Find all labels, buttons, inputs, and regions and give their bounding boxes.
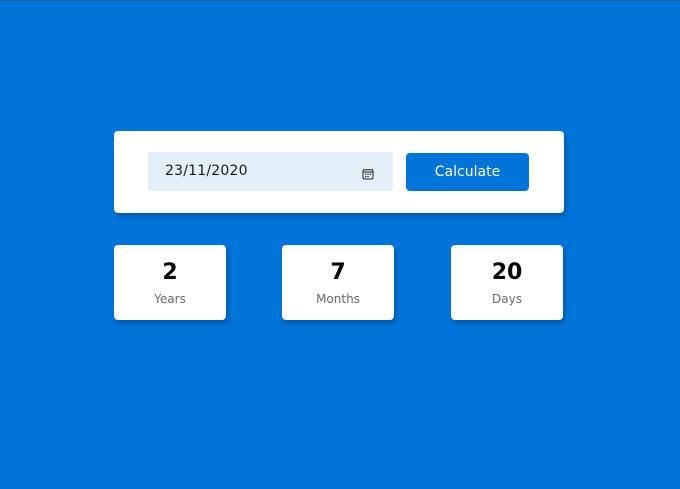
months-value: 7 bbox=[330, 260, 346, 285]
calendar-icon[interactable] bbox=[362, 165, 374, 180]
months-label: Months bbox=[316, 292, 360, 306]
date-input[interactable]: 23/11/2020 bbox=[148, 152, 393, 191]
days-value: 20 bbox=[491, 260, 523, 285]
days-card: 20 Days bbox=[451, 245, 563, 320]
calculate-button[interactable]: Calculate bbox=[406, 153, 529, 191]
years-label: Years bbox=[154, 292, 186, 306]
days-label: Days bbox=[492, 292, 522, 306]
top-edge-line bbox=[0, 0, 680, 1]
years-card: 2 Years bbox=[114, 245, 226, 320]
date-input-card: 23/11/2020 Calculate bbox=[114, 131, 564, 213]
date-input-value: 23/11/2020 bbox=[165, 163, 248, 179]
months-card: 7 Months bbox=[282, 245, 394, 320]
years-value: 2 bbox=[162, 260, 178, 285]
